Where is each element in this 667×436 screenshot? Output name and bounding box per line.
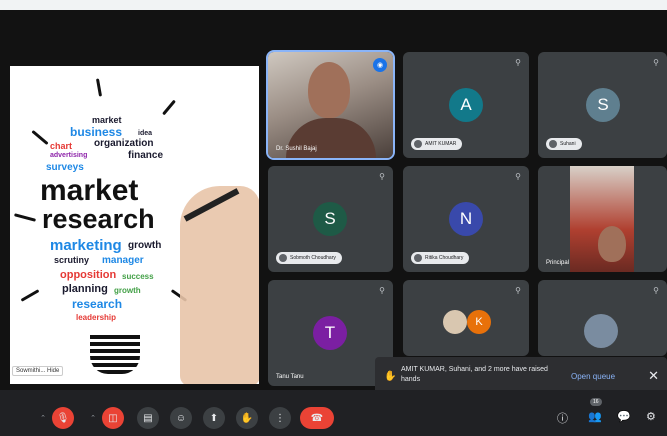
close-icon[interactable]: ✕	[648, 368, 659, 384]
participant-name-text: AMIT KUMAR	[425, 141, 457, 147]
present-icon: ⬆	[209, 412, 219, 424]
slide-word: marketing	[50, 237, 122, 254]
mic-off-icon: ⚲	[653, 58, 659, 67]
participant-avatar-photo	[584, 314, 618, 348]
reactions-button[interactable]: ☺	[170, 407, 192, 429]
slide-word: growth	[114, 286, 141, 295]
participant-count-badge: 16	[590, 398, 602, 406]
slide-word: finance	[128, 150, 164, 161]
mic-options-caret[interactable]: ⌃	[38, 407, 48, 429]
participant-tile[interactable]: ⚲	[538, 280, 667, 356]
participant-avatar: A	[449, 88, 483, 122]
captions-icon: ▤	[143, 412, 153, 424]
bulb-ray	[13, 213, 37, 222]
bulb-ray	[95, 78, 103, 97]
participant-name-text: Ritika Choudhary	[425, 255, 464, 261]
slide-word: opposition	[60, 269, 117, 281]
participant-tile[interactable]: ⚲ K	[403, 280, 529, 356]
participant-name: Dr. Sushil Bajaj	[276, 146, 317, 152]
people-icon[interactable]: 👥	[588, 410, 602, 423]
participant-avatar: S	[313, 202, 347, 236]
slide-word: manager	[102, 255, 144, 266]
camera-toggle-button[interactable]: ◫	[102, 407, 124, 429]
slide-word: leadership	[76, 313, 117, 322]
participant-tile[interactable]: ⚲ S Sobmoth Choudhary	[268, 166, 393, 272]
participant-name: AMIT KUMAR	[411, 138, 463, 150]
slide-word: planning	[62, 283, 108, 295]
participant-name-text: Sobmoth Choudhary	[290, 255, 336, 261]
participant-avatar: T	[313, 316, 347, 350]
participant-avatar-photo	[443, 310, 467, 334]
slide-word: research	[72, 297, 123, 311]
bulb-base	[90, 334, 140, 374]
meeting-stage: market business idea organization chart …	[0, 10, 667, 397]
participant-name: Ritika Choudhary	[411, 252, 470, 264]
participant-tile[interactable]: ⚲ A AMIT KUMAR	[403, 52, 529, 158]
more-options-button[interactable]: ⋮	[269, 407, 291, 429]
participant-name-text: Suhani	[560, 141, 576, 147]
info-icon[interactable]: ⓘ	[557, 410, 568, 426]
mic-toggle-button[interactable]: 🎙	[52, 407, 74, 429]
slide-word: growth	[128, 240, 162, 251]
slide-word: chart	[50, 141, 73, 151]
slide-word: idea	[138, 130, 153, 137]
bulb-ray	[31, 129, 49, 146]
participant-name: Tanu Tanu	[276, 374, 304, 380]
slide-word: success	[122, 272, 154, 281]
slide-word: business	[70, 125, 123, 139]
mic-off-icon: ⚲	[515, 172, 521, 181]
captions-button[interactable]: ▤	[137, 407, 159, 429]
hand-raised-icon	[279, 254, 287, 262]
leave-call-button[interactable]: ☎	[300, 407, 334, 429]
participant-name: Suhani	[546, 138, 582, 150]
camera-off-icon: ◫	[108, 412, 118, 424]
hand-raised-icon	[549, 140, 557, 148]
hand-raised-icon: ✋	[384, 371, 397, 382]
slide-word: surveys	[46, 162, 84, 173]
bulb-ray	[162, 99, 176, 116]
participant-face	[308, 62, 350, 118]
emoji-icon: ☺	[175, 412, 187, 424]
participant-tile[interactable]: ◉ Dr. Sushil Bajaj	[266, 50, 395, 160]
present-button[interactable]: ⬆	[203, 407, 225, 429]
participant-avatar: N	[449, 202, 483, 236]
mic-off-icon: ⚲	[379, 172, 385, 181]
chat-icon[interactable]: 💬	[617, 410, 631, 423]
camera-options-caret[interactable]: ⌃	[88, 407, 98, 429]
control-bar: ⌃ 🎙 ⌃ ◫ ▤ ☺ ⬆ ✋ ⋮ ☎ ⓘ 16 👥 💬 ⚙	[0, 390, 667, 436]
speaking-icon: ◉	[373, 58, 387, 72]
window-top-strip	[0, 0, 667, 10]
bulb-ray	[20, 289, 40, 302]
slide-word: market	[40, 174, 139, 207]
call-end-icon: ☎	[310, 412, 324, 424]
slide-word: research	[42, 204, 155, 234]
presentation-slide: market business idea organization chart …	[10, 66, 259, 384]
participant-tile[interactable]: ⚲ S Suhani	[538, 52, 667, 158]
slide-word: market	[92, 115, 122, 125]
mic-off-icon: ⚲	[515, 58, 521, 67]
slide-word: scrutiny	[54, 255, 90, 265]
hand-raised-icon	[414, 254, 422, 262]
mic-off-icon: ⚲	[653, 286, 659, 295]
activities-icon[interactable]: ⚙	[646, 410, 656, 423]
participant-name: Principal	[546, 260, 570, 266]
participant-face	[598, 226, 626, 262]
slide-word: organization	[94, 138, 154, 149]
open-queue-link[interactable]: Open queue	[571, 372, 615, 381]
participant-name: Sobmoth Choudhary	[276, 252, 342, 264]
slide-word: advertising	[50, 152, 88, 159]
more-vert-icon: ⋮	[275, 412, 285, 424]
mic-off-icon: ⚲	[379, 286, 385, 295]
raised-hands-message: AMIT KUMAR, Suhani, and 2 more have rais…	[401, 366, 548, 383]
participant-tile[interactable]: ⚲ N Ritika Choudhary	[403, 166, 529, 272]
mic-off-icon: 🎙	[56, 412, 70, 424]
mic-off-icon: ⚲	[515, 286, 521, 295]
participant-tile[interactable]: Principal	[538, 166, 667, 272]
raise-hand-button[interactable]: ✋	[236, 407, 258, 429]
hand-raised-icon	[414, 140, 422, 148]
hand-icon: ✋	[240, 412, 254, 424]
participant-avatar: S	[586, 88, 620, 122]
participant-avatar: K	[467, 310, 491, 334]
presenter-tag[interactable]: Sowmithi... Hide	[12, 366, 64, 376]
